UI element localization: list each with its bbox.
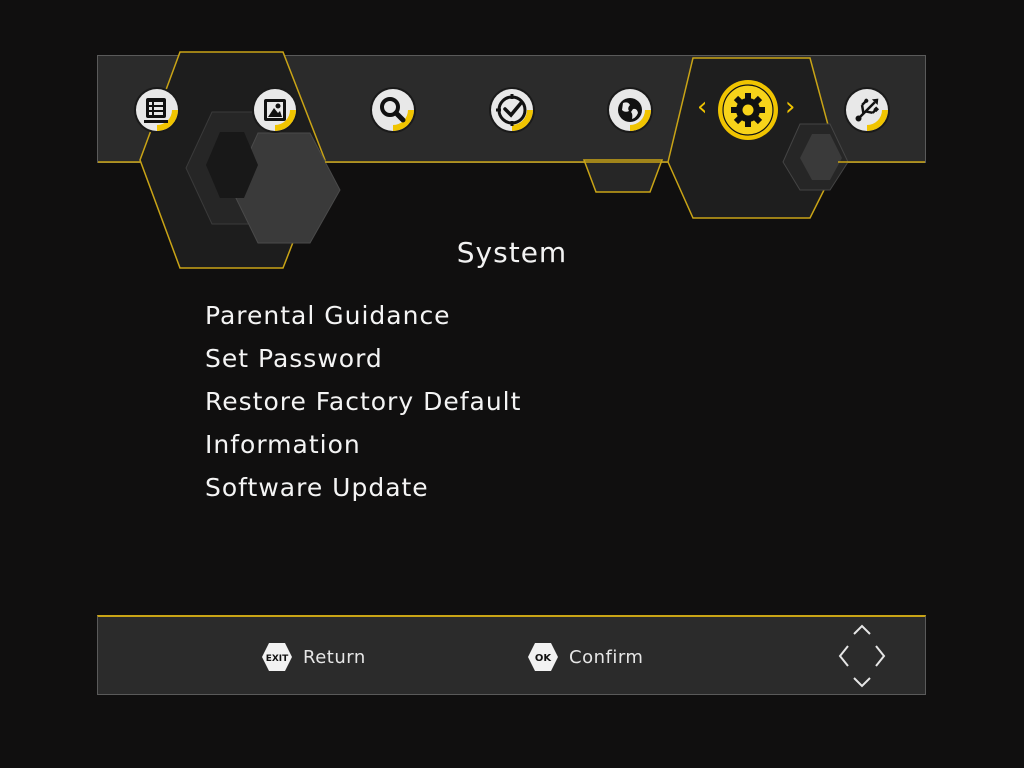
program-list-icon[interactable]: [133, 86, 181, 134]
dpad-navigation-icon: [838, 624, 886, 688]
menu-item-restore-factory-default[interactable]: Restore Factory Default: [205, 384, 521, 427]
exit-key-icon: EXIT: [262, 643, 292, 671]
nav-prev-arrow[interactable]: ‹: [697, 94, 707, 120]
ok-hint-label: Confirm: [569, 646, 644, 668]
picture-icon[interactable]: [251, 86, 299, 134]
globe-icon[interactable]: [606, 86, 654, 134]
menu-item-parental-guidance[interactable]: Parental Guidance: [205, 298, 521, 341]
menu-item-set-password[interactable]: Set Password: [205, 341, 521, 384]
page-title: System: [456, 236, 568, 269]
svg-text:OK: OK: [535, 653, 553, 664]
gear-icon[interactable]: [717, 79, 779, 141]
ok-key-icon: OK: [528, 643, 558, 671]
menu-item-software-update[interactable]: Software Update: [205, 470, 521, 513]
nav-next-arrow[interactable]: ›: [785, 94, 795, 120]
svg-text:EXIT: EXIT: [266, 654, 289, 664]
screen: ‹ › System Parental Guidance Set Passwor…: [0, 0, 1024, 768]
exit-hint-label: Return: [303, 646, 366, 668]
search-icon[interactable]: [369, 86, 417, 134]
system-menu: Parental Guidance Set Password Restore F…: [205, 298, 521, 513]
usb-icon[interactable]: [843, 86, 891, 134]
clock-icon[interactable]: [488, 86, 536, 134]
ok-hint[interactable]: OK Confirm: [527, 640, 643, 674]
menu-item-information[interactable]: Information: [205, 427, 521, 470]
exit-hint[interactable]: EXIT Return: [261, 640, 366, 674]
bottom-hint-bar: [97, 615, 926, 695]
